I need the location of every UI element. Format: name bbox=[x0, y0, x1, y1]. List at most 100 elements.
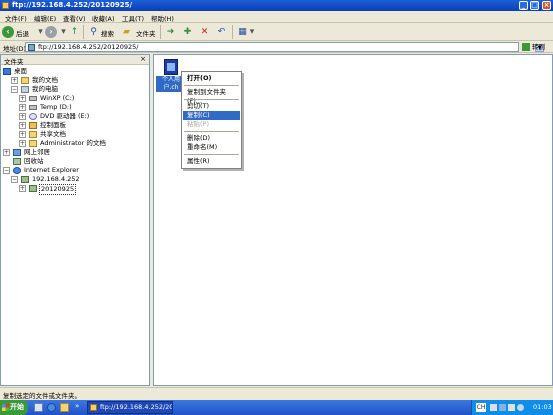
address-input[interactable]: ftp://192.168.4.252/20120925/ ▼ bbox=[25, 42, 544, 52]
tree-label: 192.168.4.252 bbox=[32, 175, 80, 183]
folders-pane-header: 文件夹 × bbox=[1, 55, 149, 66]
menu-tools[interactable]: 工具(T) bbox=[122, 13, 144, 23]
address-label: 地址(D) bbox=[3, 45, 27, 53]
tree-label: 我的电脑 bbox=[32, 85, 58, 93]
tree-label: 回收站 bbox=[24, 157, 44, 165]
quicklaunch-expand-icon[interactable]: » bbox=[75, 402, 79, 410]
folder-icon bbox=[29, 140, 37, 147]
menu-edit[interactable]: 编辑(E) bbox=[34, 13, 56, 23]
shared-folder-icon bbox=[29, 131, 37, 138]
delete-icon[interactable]: ✕ bbox=[198, 26, 211, 38]
documents-folder-icon bbox=[21, 77, 29, 84]
menu-item-delete[interactable]: 删除(D) bbox=[183, 134, 240, 143]
status-text: 复制选定的文件或文件夹。 bbox=[3, 392, 81, 400]
views-icon[interactable]: ▦ bbox=[236, 26, 249, 38]
menu-item-open[interactable]: 打开(O) bbox=[183, 74, 240, 83]
menu-item-cut[interactable]: 剪切(T) bbox=[183, 102, 240, 111]
expand-icon[interactable]: + bbox=[3, 149, 10, 156]
file-icon bbox=[164, 59, 178, 75]
volume-icon[interactable] bbox=[508, 404, 515, 411]
dvd-icon bbox=[29, 113, 37, 120]
expand-icon[interactable]: + bbox=[19, 185, 26, 192]
go-button[interactable]: 转到 bbox=[522, 42, 552, 52]
window-title: ftp://192.168.4.252/20120925/ bbox=[12, 1, 133, 9]
menu-item-properties[interactable]: 属性(R) bbox=[183, 157, 240, 166]
collapse-icon[interactable]: − bbox=[11, 86, 18, 93]
clock[interactable]: 01:03 bbox=[533, 403, 552, 411]
desktop-icon bbox=[3, 68, 11, 75]
start-button[interactable]: 开始 bbox=[0, 400, 28, 415]
tree-label: WinXP (C:) bbox=[40, 94, 75, 102]
go-arrow-icon bbox=[522, 43, 530, 51]
folders-button[interactable]: 文件夹 bbox=[136, 28, 156, 38]
show-desktop-icon[interactable] bbox=[34, 403, 43, 412]
tray-icon[interactable] bbox=[490, 404, 497, 411]
context-menu: 打开(O) 复制到文件夹(F)... 剪切(T) 复制(C) 粘贴(P) 删除(… bbox=[181, 71, 242, 169]
close-pane-icon[interactable]: × bbox=[139, 56, 147, 64]
move-to-icon[interactable]: ➜ bbox=[164, 26, 177, 38]
minimize-button[interactable]: _ bbox=[519, 1, 528, 10]
expand-icon[interactable]: + bbox=[19, 104, 26, 111]
tree-label: 网上邻居 bbox=[24, 148, 50, 156]
menu-file[interactable]: 文件(F) bbox=[5, 13, 27, 23]
tree-label: 桌面 bbox=[14, 67, 27, 75]
language-indicator[interactable]: CH bbox=[476, 403, 486, 412]
back-arrow-icon[interactable]: ‹ bbox=[2, 26, 14, 38]
windows-logo-icon bbox=[2, 404, 9, 411]
menu-separator bbox=[184, 85, 239, 86]
tray-app-icon[interactable] bbox=[517, 404, 524, 411]
computer-icon bbox=[21, 86, 29, 93]
recycle-bin-icon bbox=[13, 158, 21, 165]
internet-explorer-icon[interactable] bbox=[47, 403, 56, 412]
undo-icon[interactable]: ↶ bbox=[215, 26, 228, 38]
start-label: 开始 bbox=[10, 403, 24, 411]
tree-label: 共享文档 bbox=[40, 130, 66, 138]
menu-item-paste[interactable]: 粘贴(P) bbox=[183, 120, 240, 129]
network-tray-icon[interactable] bbox=[499, 404, 506, 411]
folder-icon bbox=[2, 2, 9, 9]
expand-icon[interactable]: + bbox=[19, 113, 26, 120]
folders-icon[interactable]: ▰ bbox=[120, 26, 133, 38]
title-bar[interactable]: ftp://192.168.4.252/20120925/ _ □ × bbox=[0, 0, 553, 11]
expand-icon[interactable]: + bbox=[19, 131, 26, 138]
menu-item-copy-to-folder[interactable]: 复制到文件夹(F)... bbox=[183, 88, 240, 105]
expand-icon[interactable]: + bbox=[19, 140, 26, 147]
menu-separator bbox=[184, 154, 239, 155]
folder-icon bbox=[90, 404, 97, 411]
collapse-icon[interactable]: − bbox=[11, 176, 18, 183]
close-button[interactable]: × bbox=[542, 1, 551, 10]
explorer-icon[interactable] bbox=[60, 403, 69, 412]
taskbar: 开始 » ftp://192.168.4.252/201... CH 01:03 bbox=[0, 400, 553, 415]
forward-button[interactable]: › bbox=[45, 26, 57, 38]
tree-label: Internet Explorer bbox=[24, 166, 79, 174]
collapse-icon[interactable]: − bbox=[3, 167, 10, 174]
toolbar-separator bbox=[232, 25, 233, 39]
views-dropdown-icon[interactable]: ▾ bbox=[249, 26, 255, 38]
menu-view[interactable]: 查看(V) bbox=[63, 13, 86, 23]
expand-icon[interactable]: + bbox=[19, 95, 26, 102]
drive-icon bbox=[29, 105, 37, 110]
address-bar: 地址(D) ftp://192.168.4.252/20120925/ ▼ 转到 bbox=[0, 41, 553, 53]
search-icon[interactable]: ⚲ bbox=[87, 26, 100, 38]
menu-help[interactable]: 帮助(H) bbox=[151, 13, 174, 23]
up-folder-icon[interactable]: ↑ bbox=[68, 26, 81, 38]
menu-item-copy[interactable]: 复制(C) bbox=[183, 111, 240, 120]
back-button[interactable]: 后退 bbox=[16, 28, 29, 38]
menu-favorites[interactable]: 收藏(A) bbox=[92, 13, 115, 23]
ftp-server-icon bbox=[21, 176, 29, 183]
menu-item-rename[interactable]: 重命名(M) bbox=[183, 143, 240, 152]
task-button-ftp[interactable]: ftp://192.168.4.252/201... bbox=[87, 401, 173, 414]
copy-to-icon[interactable]: ✚ bbox=[181, 26, 194, 38]
address-value[interactable]: ftp://192.168.4.252/20120925/ bbox=[38, 43, 138, 52]
toolbar-separator bbox=[83, 25, 84, 39]
toolbar: ‹ 后退 ▾ › ▾ ↑ ⚲ 搜索 ▰ 文件夹 ➜ ✚ ✕ ↶ ▦ ▾ bbox=[0, 23, 553, 41]
maximize-button[interactable]: □ bbox=[530, 1, 539, 10]
search-button[interactable]: 搜索 bbox=[101, 28, 114, 38]
drive-icon bbox=[29, 96, 37, 101]
status-bar: 复制选定的文件或文件夹。 bbox=[0, 387, 553, 400]
go-label: 转到 bbox=[532, 43, 545, 51]
tree-label: 控制面板 bbox=[40, 121, 66, 129]
tree-label: 20120925 bbox=[39, 184, 77, 195]
expand-icon[interactable]: + bbox=[19, 122, 26, 129]
expand-icon[interactable]: + bbox=[11, 77, 18, 84]
